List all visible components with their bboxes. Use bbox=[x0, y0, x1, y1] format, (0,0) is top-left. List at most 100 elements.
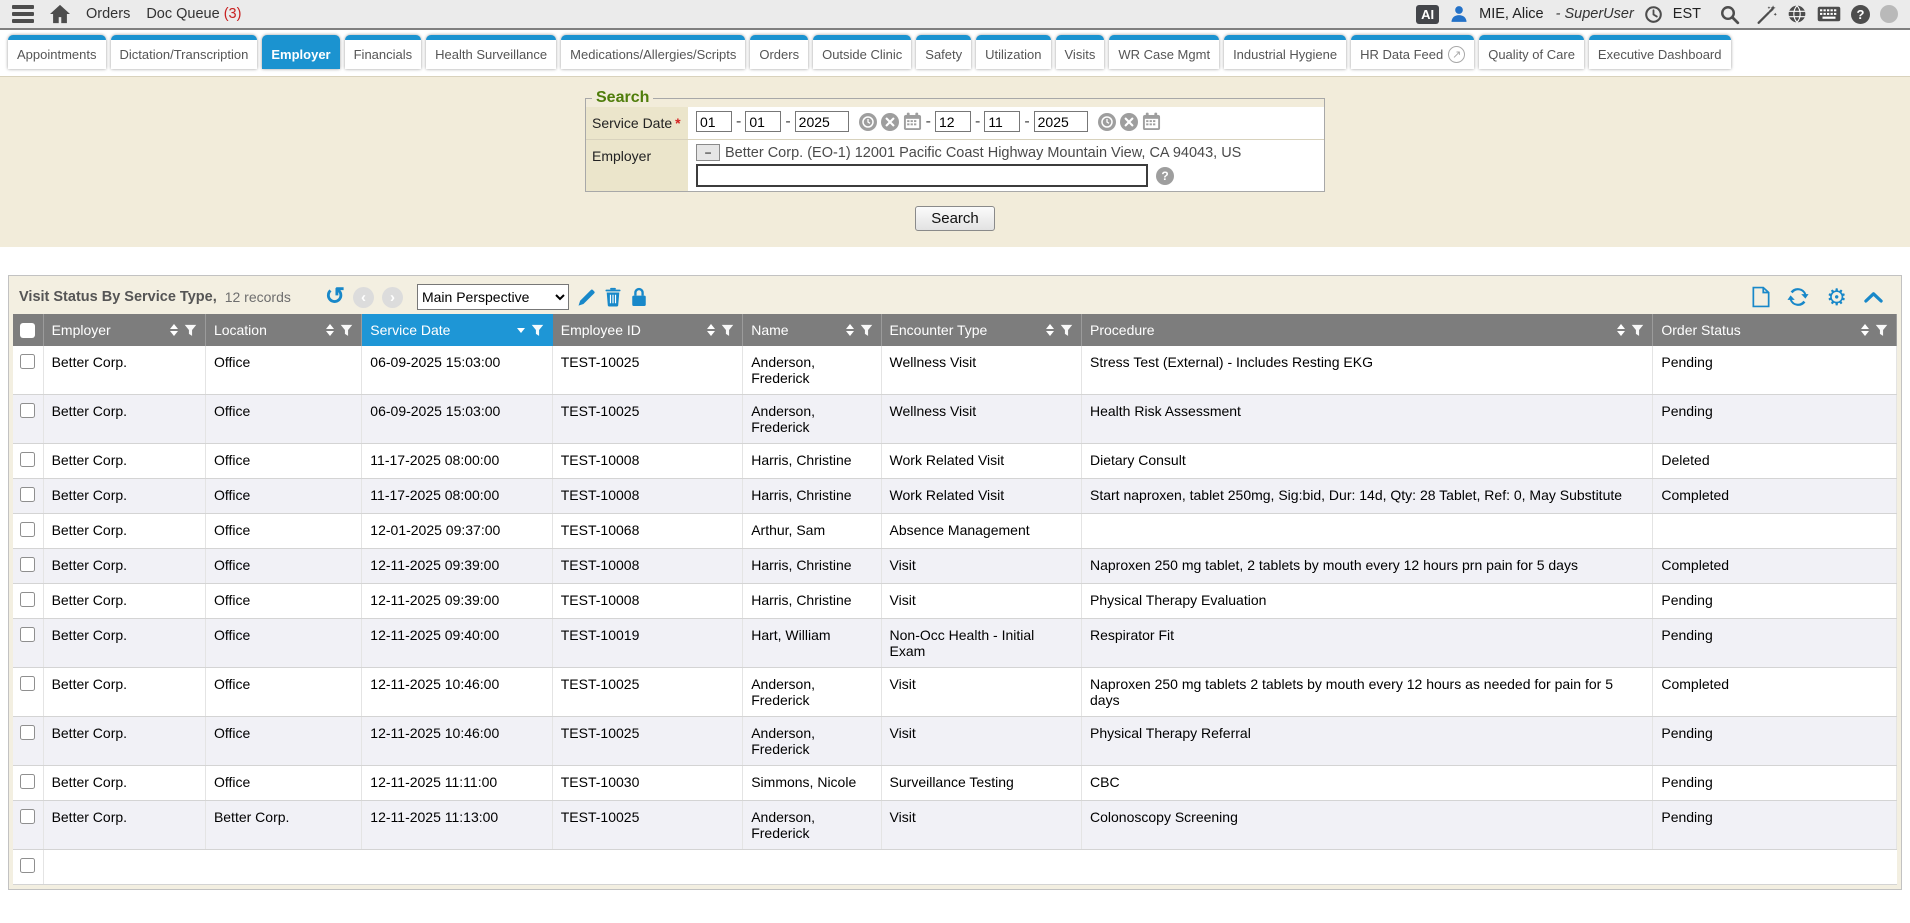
date-to-year-input[interactable] bbox=[1034, 111, 1088, 132]
breadcrumb-orders[interactable]: Orders bbox=[86, 6, 130, 22]
filter-funnel-icon[interactable] bbox=[860, 324, 873, 337]
calendar-icon[interactable] bbox=[903, 112, 922, 131]
filter-funnel-icon[interactable] bbox=[1875, 324, 1888, 337]
date-from-day-input[interactable] bbox=[745, 111, 781, 132]
globe-phone-icon[interactable] bbox=[1787, 4, 1807, 24]
tab-outside-clinic[interactable]: Outside Clinic bbox=[813, 35, 911, 69]
status-circle-icon[interactable] bbox=[1880, 5, 1898, 23]
cell-service_date: 11-17-2025 08:00:00 bbox=[362, 444, 552, 479]
row-checkbox[interactable] bbox=[20, 774, 35, 789]
row-checkbox[interactable] bbox=[20, 809, 35, 824]
row-checkbox[interactable] bbox=[20, 354, 35, 369]
tab-utilization[interactable]: Utilization bbox=[976, 35, 1050, 69]
new-document-icon[interactable] bbox=[1752, 286, 1770, 308]
undo-icon[interactable]: ↺ bbox=[325, 285, 345, 309]
tab-financials[interactable]: Financials bbox=[345, 35, 422, 69]
row-checkbox[interactable] bbox=[20, 403, 35, 418]
row-checkbox[interactable] bbox=[20, 487, 35, 502]
row-checkbox[interactable] bbox=[20, 522, 35, 537]
time-picker-icon[interactable] bbox=[859, 113, 877, 131]
clear-date-icon[interactable] bbox=[1120, 113, 1138, 131]
clear-date-icon[interactable] bbox=[881, 113, 899, 131]
delete-perspective-icon[interactable] bbox=[604, 287, 622, 307]
tab-orders[interactable]: Orders bbox=[750, 35, 808, 69]
filter-funnel-icon[interactable] bbox=[340, 324, 353, 337]
keyboard-icon[interactable] bbox=[1817, 6, 1841, 22]
previous-page-icon[interactable]: ‹ bbox=[353, 287, 374, 308]
external-link-icon[interactable]: ↗ bbox=[1448, 46, 1465, 63]
tab-employer[interactable]: Employer bbox=[262, 35, 339, 69]
row-checkbox[interactable] bbox=[20, 858, 35, 873]
filter-funnel-icon[interactable] bbox=[184, 324, 197, 337]
time-picker-icon[interactable] bbox=[1098, 113, 1116, 131]
tab-appointments[interactable]: Appointments bbox=[8, 35, 106, 69]
ai-badge[interactable]: AI bbox=[1416, 5, 1439, 24]
sort-icon[interactable] bbox=[1617, 324, 1625, 336]
field-help-icon[interactable]: ? bbox=[1156, 167, 1174, 185]
column-header-employer[interactable]: Employer bbox=[43, 314, 205, 346]
sort-desc-icon[interactable] bbox=[517, 328, 525, 333]
column-header-name[interactable]: Name bbox=[743, 314, 881, 346]
column-header-order_status[interactable]: Order Status bbox=[1653, 314, 1897, 346]
filter-funnel-icon[interactable] bbox=[721, 324, 734, 337]
search-button[interactable]: Search bbox=[915, 206, 995, 231]
column-header-employee_id[interactable]: Employee ID bbox=[552, 314, 742, 346]
filter-funnel-icon[interactable] bbox=[1060, 324, 1073, 337]
filter-funnel-icon[interactable] bbox=[1631, 324, 1644, 337]
cell-procedure: Naproxen 250 mg tablet, 2 tablets by mou… bbox=[1082, 549, 1653, 584]
date-to-day-input[interactable] bbox=[984, 111, 1020, 132]
tab-industrial-hygiene[interactable]: Industrial Hygiene bbox=[1224, 35, 1346, 69]
search-icon[interactable] bbox=[1719, 4, 1740, 25]
row-checkbox[interactable] bbox=[20, 592, 35, 607]
sort-icon[interactable] bbox=[170, 324, 178, 336]
cell-employer: Better Corp. bbox=[43, 514, 205, 549]
date-from-month-input[interactable] bbox=[696, 111, 732, 132]
sort-icon[interactable] bbox=[1046, 324, 1054, 336]
sort-icon[interactable] bbox=[1861, 324, 1869, 336]
collapse-grid-icon[interactable] bbox=[1864, 291, 1883, 303]
row-checkbox[interactable] bbox=[20, 452, 35, 467]
tab-medications-allergies-scripts[interactable]: Medications/Allergies/Scripts bbox=[561, 35, 745, 69]
calendar-icon[interactable] bbox=[1142, 112, 1161, 131]
tab-wr-case-mgmt[interactable]: WR Case Mgmt bbox=[1109, 35, 1219, 69]
row-checkbox[interactable] bbox=[20, 627, 35, 642]
tab-hr-data-feed[interactable]: HR Data Feed↗ bbox=[1351, 35, 1474, 69]
perspective-select[interactable]: Main Perspective bbox=[417, 284, 569, 310]
user-name[interactable]: MIE, Alice bbox=[1479, 6, 1543, 22]
tab-dictation-transcription[interactable]: Dictation/Transcription bbox=[111, 35, 258, 69]
tab-quality-of-care[interactable]: Quality of Care bbox=[1479, 35, 1584, 69]
magic-wand-icon[interactable] bbox=[1756, 4, 1777, 25]
sort-icon[interactable] bbox=[326, 324, 334, 336]
lock-perspective-icon[interactable] bbox=[630, 287, 648, 307]
refresh-icon[interactable] bbox=[1787, 286, 1809, 308]
table-row: Better Corp.Office06-09-2025 15:03:00TES… bbox=[13, 395, 1897, 444]
row-checkbox[interactable] bbox=[20, 725, 35, 740]
breadcrumb-doc-queue[interactable]: Doc Queue (3) bbox=[146, 6, 241, 22]
filter-funnel-icon[interactable] bbox=[531, 324, 544, 337]
edit-perspective-icon[interactable] bbox=[577, 288, 596, 307]
collapse-employer-button[interactable]: − bbox=[696, 144, 720, 161]
menu-icon[interactable] bbox=[12, 5, 34, 23]
column-header-location[interactable]: Location bbox=[205, 314, 361, 346]
home-icon[interactable] bbox=[49, 4, 71, 24]
row-checkbox[interactable] bbox=[20, 557, 35, 572]
employer-search-input[interactable] bbox=[696, 164, 1148, 187]
date-to-month-input[interactable] bbox=[935, 111, 971, 132]
select-all-checkbox[interactable] bbox=[20, 323, 35, 338]
sort-icon[interactable] bbox=[707, 324, 715, 336]
tab-safety[interactable]: Safety bbox=[916, 35, 971, 69]
help-icon[interactable]: ? bbox=[1851, 5, 1870, 24]
tab-executive-dashboard[interactable]: Executive Dashboard bbox=[1589, 35, 1731, 69]
sort-icon[interactable] bbox=[846, 324, 854, 336]
row-checkbox[interactable] bbox=[20, 676, 35, 691]
column-header-procedure[interactable]: Procedure bbox=[1082, 314, 1653, 346]
settings-gear-icon[interactable]: ⚙ bbox=[1826, 286, 1847, 309]
column-header-service_date[interactable]: Service Date bbox=[362, 314, 552, 346]
tab-health-surveillance[interactable]: Health Surveillance bbox=[426, 35, 556, 69]
tab-visits[interactable]: Visits bbox=[1056, 35, 1105, 69]
date-from-year-input[interactable] bbox=[795, 111, 849, 132]
next-page-icon[interactable]: › bbox=[382, 287, 403, 308]
column-header-encounter_type[interactable]: Encounter Type bbox=[881, 314, 1081, 346]
clock-icon[interactable] bbox=[1644, 5, 1663, 24]
user-icon[interactable] bbox=[1449, 4, 1469, 24]
